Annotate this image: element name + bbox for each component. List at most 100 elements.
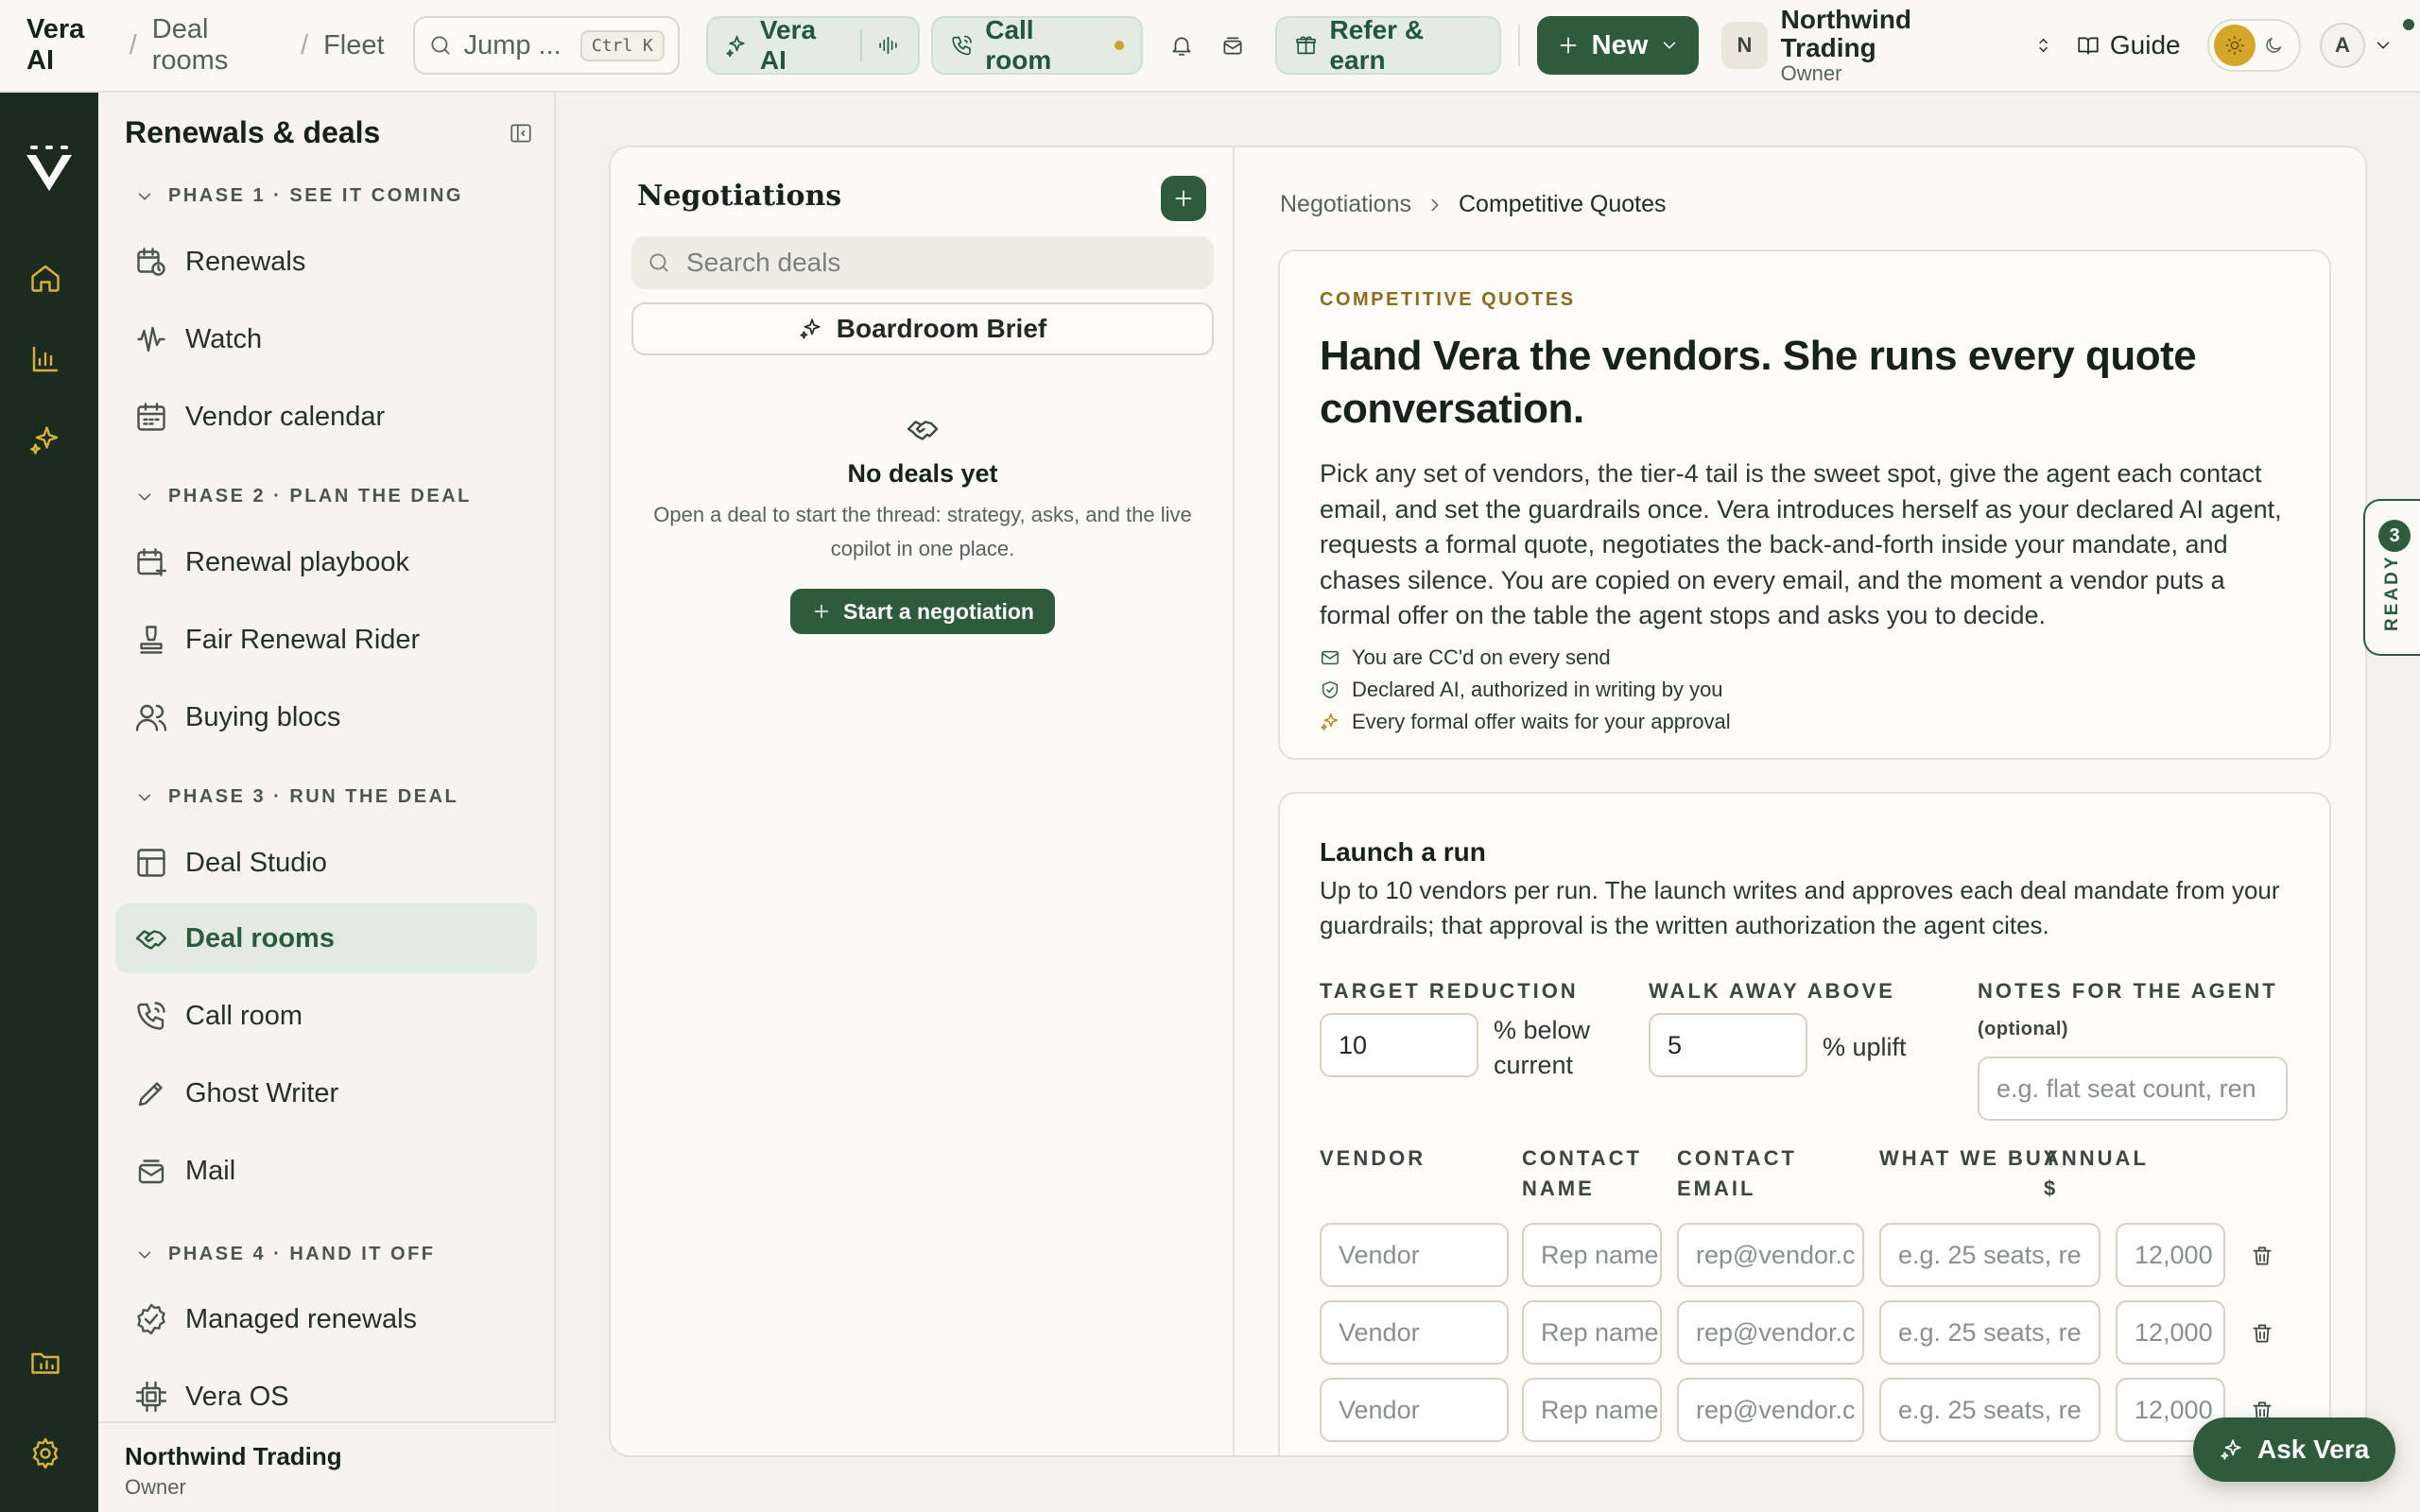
trash-icon[interactable] bbox=[2250, 1244, 2274, 1268]
handshake-icon bbox=[907, 421, 939, 440]
vendor-input[interactable]: Vendor bbox=[1320, 1378, 1509, 1442]
empty-state: No deals yet Open a deal to start the th… bbox=[611, 412, 1235, 634]
what-we-buy-input[interactable]: e.g. 25 seats, re bbox=[1879, 1378, 2100, 1442]
org-avatar: N bbox=[1721, 22, 1768, 69]
sidebar-item-renewals[interactable]: Renewals bbox=[115, 227, 537, 297]
analytics-icon[interactable] bbox=[28, 342, 62, 376]
negotiations-title: Negotiations bbox=[637, 180, 842, 213]
contact-name-input[interactable]: Rep name bbox=[1522, 1378, 1662, 1442]
mail-stack-icon bbox=[138, 1160, 164, 1184]
stamp-icon bbox=[140, 626, 163, 654]
vera-logo-icon[interactable] bbox=[21, 142, 78, 198]
collapse-sidebar-icon[interactable] bbox=[509, 121, 533, 146]
sidebar-item-watch[interactable]: Watch bbox=[115, 304, 537, 374]
account-menu[interactable]: A bbox=[2320, 23, 2394, 68]
target-reduction-input[interactable]: 10 bbox=[1320, 1013, 1478, 1077]
competitive-quotes-panel: Negotiations Competitive Quotes COMPETIT… bbox=[1236, 147, 2365, 1455]
sparkle-icon[interactable] bbox=[28, 423, 62, 457]
walk-away-input[interactable]: 5 bbox=[1649, 1013, 1807, 1077]
panel-breadcrumb: Negotiations Competitive Quotes bbox=[1280, 191, 1667, 218]
sidebar-item-label: Vendor calendar bbox=[185, 401, 386, 432]
annual-input[interactable]: 12,000 bbox=[2116, 1300, 2225, 1365]
vera-ai-button[interactable]: Vera AI bbox=[705, 15, 921, 75]
chevron-updown-icon bbox=[2039, 39, 2048, 52]
mail-stack-icon bbox=[1223, 37, 1242, 55]
sidebar-footer-org[interactable]: Northwind Trading Owner bbox=[98, 1421, 556, 1512]
moon-icon[interactable] bbox=[2263, 35, 2284, 56]
annual-input[interactable]: 12,000 bbox=[2116, 1223, 2225, 1287]
sidebar-item-buying-blocs[interactable]: Buying blocs bbox=[115, 682, 537, 752]
notes-input[interactable]: e.g. flat seat count, ren bbox=[1978, 1057, 2288, 1121]
feature-label: Declared AI, authorized in writing by yo… bbox=[1352, 677, 1723, 701]
what-we-buy-input[interactable]: e.g. 25 seats, re bbox=[1879, 1223, 2100, 1287]
folder-chart-icon[interactable] bbox=[28, 1346, 62, 1380]
call-room-button[interactable]: Call room bbox=[931, 15, 1143, 75]
notes-optional: (optional) bbox=[1978, 1019, 2069, 1040]
phase-2-header[interactable]: PHASE 2 · PLAN THE DEAL bbox=[134, 486, 472, 507]
launch-run-card: Launch a run Up to 10 vendors per run. T… bbox=[1278, 792, 2331, 1455]
contact-email-input[interactable]: rep@vendor.c bbox=[1677, 1223, 1864, 1287]
sidebar-item-ghost-writer[interactable]: Ghost Writer bbox=[115, 1058, 537, 1128]
sun-icon[interactable] bbox=[2213, 25, 2256, 66]
voice-waveform-icon[interactable] bbox=[877, 33, 901, 58]
footer-org-role: Owner bbox=[125, 1475, 186, 1499]
breadcrumb-fleet[interactable]: Fleet bbox=[323, 30, 384, 61]
badge-check-icon bbox=[137, 1303, 165, 1335]
vendor-input[interactable]: Vendor bbox=[1320, 1223, 1509, 1287]
notifications-button[interactable] bbox=[1156, 19, 1207, 72]
home-icon[interactable] bbox=[28, 261, 62, 295]
search-deals-input[interactable]: Search deals bbox=[631, 236, 1214, 289]
sidebar-item-call-room[interactable]: Call room bbox=[115, 981, 537, 1051]
phase-label: PHASE 3 · RUN THE DEAL bbox=[168, 786, 459, 807]
sidebar-item-mail[interactable]: Mail bbox=[115, 1136, 537, 1206]
sidebar-item-renewal-playbook[interactable]: Renewal playbook bbox=[115, 527, 537, 597]
org-switcher[interactable]: N Northwind Trading Owner bbox=[1721, 6, 2053, 85]
theme-toggle[interactable] bbox=[2206, 19, 2301, 72]
walk-away-unit: % uplift bbox=[1823, 1033, 1907, 1061]
ready-drawer-tab[interactable]: 3 READY bbox=[2363, 499, 2420, 656]
guide-button[interactable]: Guide bbox=[2076, 30, 2181, 60]
phone-icon bbox=[137, 1002, 165, 1030]
breadcrumb-app[interactable]: Vera AI bbox=[26, 14, 114, 77]
contact-email-input[interactable]: rep@vendor.c bbox=[1677, 1378, 1864, 1442]
handshake-icon bbox=[135, 930, 167, 950]
icon-rail bbox=[0, 93, 98, 1512]
new-label: New bbox=[1591, 29, 1649, 60]
phase-3-header[interactable]: PHASE 3 · RUN THE DEAL bbox=[134, 786, 458, 808]
feature-list: You are CC'd on every send Declared AI, … bbox=[1320, 645, 1981, 734]
mail-icon bbox=[1322, 650, 1339, 664]
walk-away-label: WALK AWAY ABOVE bbox=[1649, 979, 1895, 1003]
inbox-button[interactable] bbox=[1207, 19, 1258, 72]
vera-ai-label: Vera AI bbox=[759, 15, 817, 75]
sidebar-item-vendor-calendar[interactable]: Vendor calendar bbox=[115, 382, 537, 452]
sidebar-item-fair-renewal-rider[interactable]: Fair Renewal Rider bbox=[115, 605, 537, 675]
contact-email-input[interactable]: rep@vendor.c bbox=[1677, 1300, 1864, 1365]
what-we-buy-input[interactable]: e.g. 25 seats, re bbox=[1879, 1300, 2100, 1365]
boardroom-brief-button[interactable]: Boardroom Brief bbox=[631, 302, 1214, 355]
start-negotiation-button[interactable]: Start a negotiation bbox=[790, 589, 1055, 634]
plus-icon bbox=[814, 604, 829, 619]
calendar-icon bbox=[137, 403, 165, 431]
jump-search-button[interactable]: Jump ... Ctrl K bbox=[412, 16, 680, 75]
vendor-input[interactable]: Vendor bbox=[1320, 1300, 1509, 1365]
new-button[interactable]: New bbox=[1536, 16, 1700, 75]
sidebar-item-managed-renewals[interactable]: Managed renewals bbox=[115, 1284, 537, 1354]
trash-icon[interactable] bbox=[2250, 1321, 2274, 1346]
contact-name-input[interactable]: Rep name bbox=[1522, 1223, 1662, 1287]
contact-name-input[interactable]: Rep name bbox=[1522, 1300, 1662, 1365]
chevron-down-icon bbox=[138, 794, 151, 800]
feature-label: You are CC'd on every send bbox=[1352, 644, 1611, 669]
sidebar-item-deal-studio[interactable]: Deal Studio bbox=[115, 828, 537, 898]
phase-4-header[interactable]: PHASE 4 · HAND IT OFF bbox=[134, 1244, 436, 1265]
phase-1-header[interactable]: PHASE 1 · SEE IT COMING bbox=[134, 185, 463, 207]
breadcrumb-negotiations[interactable]: Negotiations bbox=[1280, 191, 1411, 218]
add-negotiation-button[interactable] bbox=[1161, 176, 1206, 221]
refer-earn-button[interactable]: Refer & earn bbox=[1275, 15, 1501, 75]
settings-icon[interactable] bbox=[28, 1436, 62, 1470]
divider bbox=[860, 29, 863, 61]
breadcrumb-deal-rooms[interactable]: Deal rooms bbox=[152, 14, 285, 77]
ask-vera-button[interactable]: Ask Vera bbox=[2193, 1418, 2396, 1482]
pen-icon bbox=[138, 1082, 163, 1107]
sidebar-item-deal-rooms[interactable]: Deal rooms bbox=[115, 903, 537, 973]
search-icon bbox=[649, 253, 668, 272]
